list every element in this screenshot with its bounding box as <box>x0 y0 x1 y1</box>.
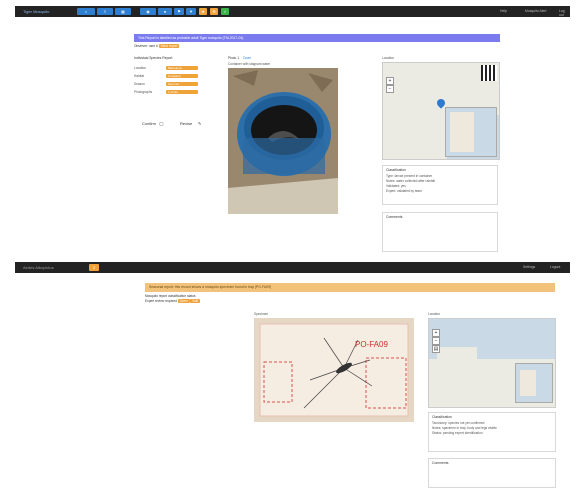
intro-row: Expert review required Open Edit <box>145 299 255 303</box>
app-brand[interactable]: Aedes Albopictus <box>23 265 54 270</box>
questions-panel: Individual Species Report Location Barce… <box>134 56 224 116</box>
confirm-check-icon[interactable]: ◯ <box>159 121 163 126</box>
overview-map[interactable] <box>445 107 497 157</box>
intro-section: Mosquito report classification status Ex… <box>145 294 255 310</box>
nav-link-help[interactable]: Help <box>500 9 507 13</box>
map-section: Location + − ▤ <box>428 312 556 408</box>
question-row: Location Barcelona <box>134 64 224 72</box>
photo-mosquito-specimen[interactable]: PO-FA09 <box>254 318 414 422</box>
answer-select[interactable]: Container <box>166 74 198 78</box>
check-icon[interactable]: ✓ <box>221 8 229 15</box>
map-section: Location + − <box>382 56 500 160</box>
status-banner: This Report is labelled as probable adul… <box>134 34 500 42</box>
photo-caption: Container with stagnant water <box>228 62 271 66</box>
banner-text: This Report is labelled as probable adul… <box>138 36 244 40</box>
action-buttons: Confirm ◯ Revise ✎ <box>134 118 212 132</box>
question-label: Photographs <box>134 90 153 94</box>
qr-code-icon <box>481 65 497 81</box>
classification-panel: Classification Taxonomy: species not yet… <box>428 412 556 452</box>
photo-section: Specimen PO-FA09 <box>254 312 414 422</box>
answer-select[interactable]: 1 photo <box>166 90 198 94</box>
comments-panel[interactable]: Comments <box>382 212 498 252</box>
nav-link-about[interactable]: Mosquito Alert <box>525 9 546 13</box>
map-label: Location <box>382 56 395 60</box>
photo-section: Photo 1 Zoom Container with stagnant wat… <box>228 56 340 221</box>
zoom-link[interactable]: Zoom <box>243 56 251 60</box>
banner-text: Seasonal report: this record shows a mos… <box>149 285 272 289</box>
gear-icon[interactable]: ⚙ <box>210 8 218 15</box>
classification-title: Classification <box>386 168 406 172</box>
classification-line: Type: larvae present in container <box>386 174 433 178</box>
answer-select[interactable]: Summer <box>166 82 198 86</box>
revise-icon[interactable]: ✎ <box>198 121 201 126</box>
question-label: Location <box>134 66 147 70</box>
intro-line: Mosquito report classification status <box>145 294 196 298</box>
answer-select[interactable]: Barcelona <box>166 66 198 70</box>
revise-button[interactable]: Revise <box>180 121 192 126</box>
map-icon[interactable]: ◉ <box>140 8 156 15</box>
notification-badge[interactable]: 2 <box>89 264 99 271</box>
photo-blue-bucket[interactable] <box>228 68 338 214</box>
overview-land <box>450 112 474 152</box>
comments-panel[interactable]: Comments <box>428 458 556 488</box>
nav-link-settings[interactable]: Settings <box>523 265 535 269</box>
question-row: Photographs 1 photo <box>134 88 224 96</box>
confirm-button[interactable]: Confirm <box>142 121 156 126</box>
classification-line: Taxonomy: species not yet confirmed <box>432 421 485 425</box>
classification-title: Classification <box>432 415 452 419</box>
send-report-button[interactable]: Send report <box>158 44 180 48</box>
question-row: Season Summer <box>134 80 224 88</box>
photo-label: Photo 1 <box>228 56 239 60</box>
photo-label: Specimen <box>254 312 269 316</box>
classification-line: Notes: water collected after rainfall <box>386 179 435 183</box>
photo-header: Photo 1 Zoom <box>228 56 340 60</box>
classification-panel: Classification Type: larvae present in c… <box>382 165 498 205</box>
bottom-navbar: Aedes Albopictus 2 Settings Logout <box>15 262 570 273</box>
map-label: Location <box>428 312 441 316</box>
zoom-in-button[interactable]: + <box>386 77 394 85</box>
question-label: Season <box>134 82 145 86</box>
list-icon[interactable]: ≡ <box>97 8 113 15</box>
specimen-card-label: PO-FA09 <box>355 340 388 349</box>
map-land <box>437 347 477 367</box>
user-icon[interactable]: ● <box>158 8 172 15</box>
questions-title: Individual Species Report <box>134 56 173 60</box>
observer-label: Observer: user # <box>134 44 158 48</box>
flag-icon[interactable]: ⚑ <box>174 8 184 15</box>
overview-map[interactable] <box>515 363 553 403</box>
location-map[interactable]: + − ▤ <box>428 318 556 408</box>
zoom-in-button[interactable]: + <box>432 329 440 337</box>
status-banner: Seasonal report: this record shows a mos… <box>145 283 555 292</box>
classification-line: Notes: specimen in trap, body and legs v… <box>432 426 497 430</box>
question-label: Habitat <box>134 74 145 78</box>
filter-icon[interactable]: ▼ <box>186 8 196 15</box>
nav-link-logout[interactable]: Log out <box>559 9 570 17</box>
classification-line: Validated: yes <box>386 184 406 188</box>
map-land <box>383 111 447 159</box>
top-navbar: Tiger Mosquito ⌂ ≡ ▦ ◉ ● ⚑ ▼ ★ ⚙ ✓ Help … <box>15 6 570 17</box>
layers-icon[interactable]: ▤ <box>432 345 440 353</box>
classification-line: Expert: validated by team <box>386 189 422 193</box>
question-row: Habitat Container <box>134 72 224 80</box>
observer-line: Observer: user # Send report <box>134 44 254 50</box>
comments-title: Comments <box>386 215 403 219</box>
open-button[interactable]: Open <box>177 299 190 303</box>
edit-button[interactable]: Edit <box>190 299 200 303</box>
intro-label: Expert review required <box>145 299 177 303</box>
location-map[interactable]: + − <box>382 62 500 160</box>
star-icon[interactable]: ★ <box>199 8 207 15</box>
home-icon[interactable]: ⌂ <box>77 8 95 15</box>
zoom-out-button[interactable]: − <box>386 85 394 93</box>
nav-link-logout[interactable]: Logout <box>550 265 560 269</box>
comments-title: Comments <box>432 461 449 465</box>
zoom-out-button[interactable]: − <box>432 337 440 345</box>
app-brand[interactable]: Tiger Mosquito <box>23 9 49 14</box>
grid-icon[interactable]: ▦ <box>115 8 131 15</box>
classification-line: Status: pending expert identification <box>432 431 483 435</box>
overview-land <box>520 370 536 396</box>
